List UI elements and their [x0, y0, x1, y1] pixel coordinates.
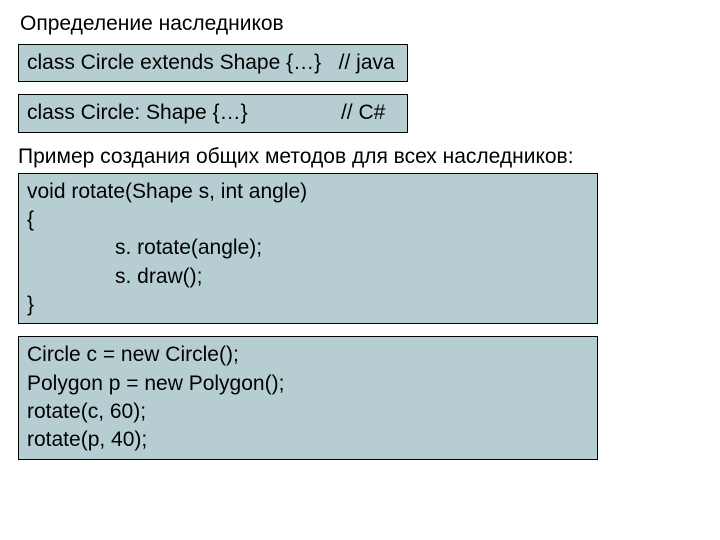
- section-subtitle: Пример создания общих методов для всех н…: [18, 145, 702, 169]
- code-box-method: void rotate(Shape s, int angle) { s. rot…: [18, 173, 598, 325]
- page-title: Определение наследников: [20, 12, 702, 36]
- code-box-usage: Circle c = new Circle(); Polygon p = new…: [18, 336, 598, 459]
- code-line: Polygon p = new Polygon();: [27, 370, 589, 398]
- code-line: class Circle extends Shape {…} // java: [27, 49, 399, 77]
- code-line: s. draw();: [27, 263, 589, 291]
- code-box-java: class Circle extends Shape {…} // java: [18, 44, 408, 82]
- code-line: class Circle: Shape {…} // C#: [27, 99, 399, 127]
- code-line: Circle c = new Circle();: [27, 341, 589, 369]
- code-line: rotate(c, 60);: [27, 398, 589, 426]
- code-line: rotate(p, 40);: [27, 426, 589, 454]
- code-line: }: [27, 291, 589, 319]
- code-line: {: [27, 206, 589, 234]
- code-line: void rotate(Shape s, int angle): [27, 178, 589, 206]
- code-box-csharp: class Circle: Shape {…} // C#: [18, 94, 408, 132]
- code-line: s. rotate(angle);: [27, 234, 589, 262]
